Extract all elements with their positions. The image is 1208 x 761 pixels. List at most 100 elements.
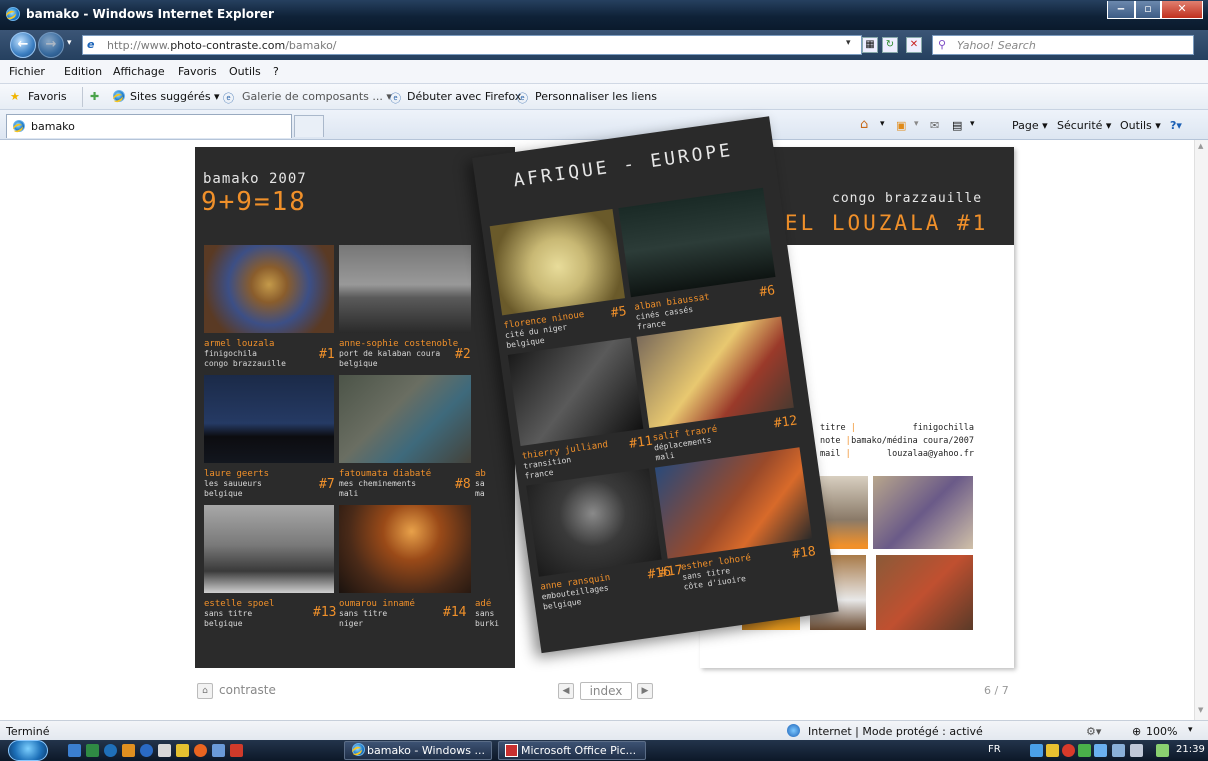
menu-outils[interactable]: Outils bbox=[229, 65, 261, 78]
protected-mode-icon[interactable]: ⚙▾ bbox=[1086, 725, 1101, 738]
thumbnail-esther[interactable] bbox=[654, 447, 813, 559]
next-arrow-icon[interactable]: ▶ bbox=[637, 683, 653, 699]
quicklaunch-icon[interactable] bbox=[194, 744, 207, 757]
tab-row: bamako ⌂ ▾ ▣ ▾ ✉ ▤ ▾ Page ▾ Sécurité ▾ O… bbox=[0, 110, 1208, 140]
thumbnail-florence[interactable] bbox=[489, 208, 625, 316]
clock[interactable]: 21:39 bbox=[1176, 744, 1205, 755]
feeds-dropdown-icon[interactable]: ▾ bbox=[914, 119, 919, 129]
fav-galerie[interactable]: Galerie de composants ... ▾ bbox=[242, 90, 392, 103]
thumbnail-fatoumata[interactable] bbox=[339, 375, 471, 463]
thumbnail-anne-sophie[interactable] bbox=[339, 245, 471, 333]
quicklaunch-icon[interactable] bbox=[212, 744, 225, 757]
photo-grid-item[interactable] bbox=[876, 555, 973, 630]
menu-favoris[interactable]: Favoris bbox=[178, 65, 217, 78]
caption-fatoumata: fatoumata diabaté mes cheminements mali bbox=[339, 469, 432, 498]
photo-grid-item[interactable] bbox=[873, 476, 973, 549]
new-tab-button[interactable] bbox=[294, 115, 324, 137]
index-button[interactable]: index bbox=[580, 682, 632, 700]
info-key: titre bbox=[820, 423, 846, 433]
quicklaunch-icon[interactable] bbox=[104, 744, 117, 757]
thumbnail-oumarou[interactable] bbox=[339, 505, 471, 593]
print-dropdown-icon[interactable]: ▾ bbox=[970, 119, 975, 129]
vertical-scrollbar[interactable]: ▲ ▼ bbox=[1194, 140, 1208, 720]
forward-arrow-icon[interactable]: → bbox=[38, 32, 64, 58]
contraste-link[interactable]: contraste bbox=[219, 683, 276, 697]
language-indicator[interactable]: FR bbox=[988, 744, 1001, 755]
history-dropdown-icon[interactable]: ▾ bbox=[67, 38, 72, 48]
scroll-up-icon[interactable]: ▲ bbox=[1198, 142, 1203, 150]
bluetooth-icon[interactable] bbox=[1094, 744, 1107, 757]
volume-icon[interactable] bbox=[1130, 744, 1143, 757]
thumbnail-salif[interactable] bbox=[636, 316, 794, 428]
mail-icon[interactable]: ✉ bbox=[930, 119, 939, 132]
page-icon: e bbox=[87, 38, 95, 51]
taskbar-office-window[interactable]: Microsoft Office Pic... bbox=[498, 741, 646, 760]
quicklaunch-icon[interactable] bbox=[158, 744, 171, 757]
thumbnail-laure-geerts[interactable] bbox=[204, 375, 334, 463]
quicklaunch-icon[interactable] bbox=[68, 744, 81, 757]
status-bar: Terminé Internet | Mode protégé : activé… bbox=[0, 720, 1208, 740]
page-menu[interactable]: Page ▾ bbox=[1012, 119, 1048, 132]
scroll-down-icon[interactable]: ▼ bbox=[1198, 706, 1203, 714]
thumbnail-estelle-spoel[interactable] bbox=[204, 505, 334, 593]
quicklaunch-icon[interactable] bbox=[122, 744, 135, 757]
quicklaunch-icon[interactable] bbox=[230, 744, 243, 757]
network-icon[interactable] bbox=[1112, 744, 1125, 757]
entry-number: #2 bbox=[455, 347, 471, 362]
address-dropdown-icon[interactable]: ▾ bbox=[846, 38, 851, 48]
home-icon[interactable]: ⌂ bbox=[860, 117, 868, 132]
stop-icon[interactable]: ✕ bbox=[906, 37, 922, 53]
caption-salif: salif traoré déplacements mali bbox=[652, 424, 718, 463]
add-favorite-icon[interactable]: ✚ bbox=[90, 90, 99, 103]
entry-number: #11 bbox=[628, 433, 654, 452]
battery-icon[interactable] bbox=[1156, 744, 1169, 757]
zoom-level[interactable]: 100% bbox=[1146, 725, 1177, 738]
fav-personnaliser[interactable]: Personnaliser les liens bbox=[535, 90, 657, 103]
zoom-icon[interactable]: ⊕ bbox=[1132, 725, 1141, 738]
thumbnail-alban[interactable] bbox=[618, 187, 776, 298]
outils-menu[interactable]: Outils ▾ bbox=[1120, 119, 1161, 132]
print-icon[interactable]: ▤ bbox=[952, 119, 962, 132]
security-zone[interactable]: Internet | Mode protégé : activé bbox=[808, 725, 983, 738]
quicklaunch-icon[interactable] bbox=[176, 744, 189, 757]
menu-affichage[interactable]: Affichage bbox=[113, 65, 165, 78]
tray-icon[interactable] bbox=[1046, 744, 1059, 757]
home-dropdown-icon[interactable]: ▾ bbox=[880, 119, 885, 129]
info-value: louzalaa@yahoo.fr bbox=[887, 449, 974, 459]
close-button[interactable]: ✕ bbox=[1161, 1, 1203, 19]
minimize-button[interactable]: ‒ bbox=[1107, 1, 1135, 19]
thumbnail-anne-ransquin[interactable] bbox=[526, 468, 662, 577]
fav-sites-suggeres[interactable]: Sites suggérés ▾ bbox=[130, 90, 220, 103]
ie-tab-icon bbox=[13, 120, 25, 132]
maximize-button[interactable]: ▫ bbox=[1135, 1, 1161, 19]
start-button[interactable] bbox=[8, 740, 48, 761]
tray-icon[interactable] bbox=[1030, 744, 1043, 757]
search-icon[interactable]: ⚲ bbox=[1182, 38, 1191, 52]
entry-number: #1 bbox=[319, 347, 335, 362]
menu-help[interactable]: ? bbox=[273, 65, 279, 78]
previous-arrow-icon[interactable]: ◀ bbox=[558, 683, 574, 699]
tray-icon[interactable] bbox=[1078, 744, 1091, 757]
tray-icon[interactable] bbox=[1062, 744, 1075, 757]
back-arrow-icon[interactable]: ← bbox=[10, 32, 36, 58]
address-bar[interactable]: e http://www.photo-contraste.com/bamako/ bbox=[82, 35, 862, 55]
home-icon[interactable]: ⌂ bbox=[197, 683, 213, 699]
menu-edition[interactable]: Edition bbox=[64, 65, 102, 78]
help-icon[interactable]: ?▾ bbox=[1170, 119, 1182, 132]
compatibility-icon[interactable]: ▦ bbox=[862, 37, 878, 53]
thumbnail-thierry[interactable] bbox=[507, 337, 644, 447]
thumbnail-armel-louzala[interactable] bbox=[204, 245, 334, 333]
taskbar-ie-window[interactable]: bamako - Windows ... bbox=[344, 741, 492, 760]
zoom-dropdown-icon[interactable]: ▾ bbox=[1188, 725, 1193, 735]
quicklaunch-icon[interactable] bbox=[140, 744, 153, 757]
caption-esther: esther lohoré sans titre côte d'iuoire bbox=[680, 553, 752, 592]
quicklaunch-icon[interactable] bbox=[86, 744, 99, 757]
tab-bamako[interactable]: bamako bbox=[6, 114, 292, 138]
feeds-icon[interactable]: ▣ bbox=[896, 119, 906, 132]
fav-firefox[interactable]: Débuter avec Firefox bbox=[407, 90, 521, 103]
menu-fichier[interactable]: Fichier bbox=[9, 65, 45, 78]
refresh-icon[interactable]: ↻ bbox=[882, 37, 898, 53]
favorites-button[interactable]: Favoris bbox=[28, 90, 67, 103]
securite-menu[interactable]: Sécurité ▾ bbox=[1057, 119, 1111, 132]
search-input[interactable]: ⚲ Yahoo! Search bbox=[932, 35, 1194, 55]
